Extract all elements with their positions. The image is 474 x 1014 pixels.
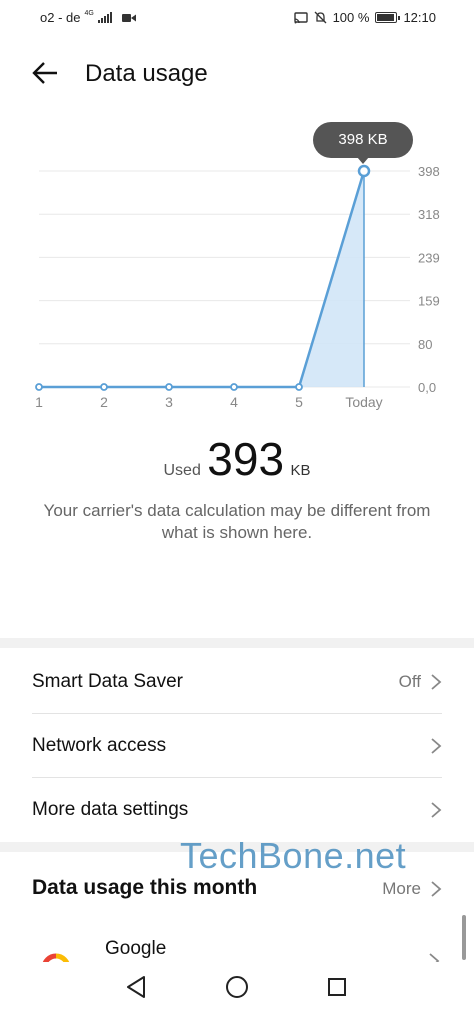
data-point	[230, 383, 238, 391]
nav-home-button[interactable]	[222, 972, 252, 1002]
row-label: More data settings	[32, 799, 189, 820]
data-point	[35, 383, 43, 391]
area-fill	[39, 171, 364, 387]
triangle-back-icon	[127, 976, 145, 998]
mute-icon	[314, 11, 327, 24]
data-point	[100, 383, 108, 391]
nav-back-button[interactable]	[122, 972, 152, 1002]
more-data-settings-row[interactable]: More data settings	[0, 778, 474, 842]
chevron-right-icon	[431, 802, 442, 818]
back-button[interactable]	[30, 58, 64, 88]
status-bar: o2 - de 4G 100 % 12:10	[0, 0, 474, 36]
scrollbar-thumb[interactable]	[462, 915, 466, 960]
arrow-left-icon	[32, 62, 57, 84]
carrier-name: o2 - de	[40, 10, 81, 25]
signal-icon	[97, 12, 112, 23]
row-label: Network access	[32, 735, 167, 756]
chevron-right-icon	[431, 738, 442, 754]
circle-home-icon	[226, 976, 248, 998]
data-point	[165, 383, 173, 391]
settings-list: Smart Data Saver Off Network access More…	[0, 650, 474, 842]
row-label: Smart Data Saver	[32, 671, 183, 692]
x-tick-label: 3	[165, 394, 173, 410]
page-title: Data usage	[85, 60, 208, 87]
usage-chart-svg: 0,0 80 159 239 318 398 1 2 3 4 5 Today	[35, 164, 440, 410]
x-tick-label: 2	[100, 394, 108, 410]
clock: 12:10	[403, 10, 436, 25]
used-value: 393	[207, 433, 285, 485]
y-tick-label: 0,0	[418, 380, 436, 395]
smart-data-saver-row[interactable]: Smart Data Saver Off	[0, 650, 474, 714]
nav-recents-button[interactable]	[322, 972, 352, 1002]
app-header: Data usage	[0, 50, 474, 98]
video-icon	[121, 13, 136, 22]
x-tick-label: 4	[230, 394, 238, 410]
x-tick-label: Today	[345, 394, 382, 410]
network-type: 4G	[84, 10, 94, 17]
used-unit: KB	[290, 462, 311, 479]
battery-percent: 100 %	[332, 10, 370, 25]
data-point	[295, 383, 303, 391]
y-tick-label: 398	[418, 164, 440, 179]
chart-tooltip: 398 KB	[313, 122, 413, 164]
carrier-note: Your carrier's data calculation may be d…	[43, 501, 431, 542]
battery-fill	[377, 14, 395, 21]
data-point	[357, 164, 371, 178]
more-link[interactable]: More	[382, 879, 421, 899]
status-left: o2 - de 4G	[40, 10, 136, 25]
y-tick-label: 159	[418, 294, 440, 309]
system-nav-bar	[0, 962, 474, 1014]
usage-summary: Used 393 KB	[0, 432, 474, 486]
y-tick-label: 239	[418, 250, 440, 265]
x-tick-label: 1	[35, 394, 43, 410]
status-right: 100 % 12:10	[293, 10, 436, 25]
network-access-row[interactable]: Network access	[0, 714, 474, 778]
chevron-right-icon[interactable]	[430, 880, 442, 898]
chevron-right-icon	[431, 674, 442, 690]
watermark: TechBone.net	[180, 835, 407, 876]
section-divider	[0, 638, 474, 648]
used-label: Used	[163, 462, 201, 479]
month-usage-title: Data usage this month	[32, 876, 258, 899]
y-tick-label: 318	[418, 207, 440, 222]
usage-chart: 0,0 80 159 239 318 398 1 2 3 4 5 Today 398 KB	[0, 110, 474, 420]
row-value: Off	[398, 672, 421, 691]
x-tick-label: 5	[295, 394, 303, 410]
app-name: Google	[105, 938, 167, 959]
battery-icon	[375, 12, 401, 23]
y-tick-label: 80	[418, 337, 432, 352]
cast-icon	[293, 11, 308, 23]
square-recents-icon	[328, 978, 346, 996]
